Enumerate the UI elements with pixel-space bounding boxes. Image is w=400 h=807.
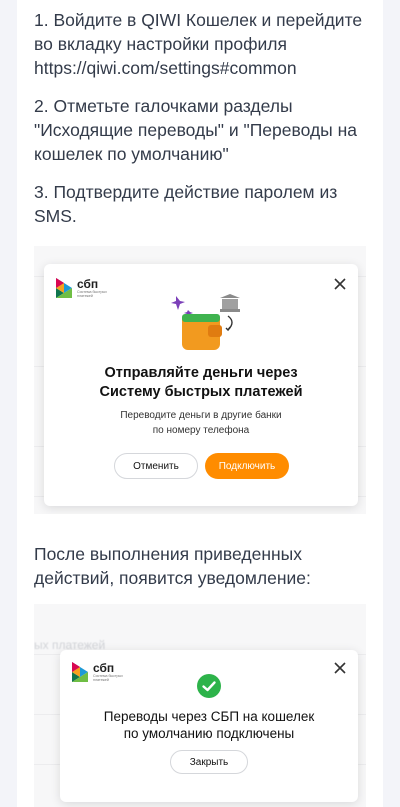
sbp-logo-subtitle: Система быстрых платежей (93, 674, 123, 682)
wallet-icon (171, 294, 240, 350)
sbp-logo-name: сбп (93, 661, 115, 675)
sbp-offer-subtitle: Переводите деньги в другие банки по номе… (120, 410, 282, 436)
sbp-connected-title: Переводы через СБП на кошелек по умолчан… (103, 709, 315, 741)
close-icon[interactable] (332, 660, 348, 676)
success-check-icon (197, 674, 221, 698)
sbp-logo-subtitle: Система быстрых платежей (77, 290, 107, 298)
close-button[interactable]: Закрыть (170, 750, 248, 774)
screenshot-sbp-offer: сбп Система быстрых платежей Отправляйте… (34, 246, 366, 514)
sbp-logo-icon (56, 278, 72, 298)
after-text: После выполнения приведенных действий, п… (34, 544, 311, 588)
sbp-logo-name: сбп (77, 277, 99, 291)
sbp-logo-icon (72, 662, 88, 682)
sbp-connected-modal: сбп Система быстрых платежей Переводы че… (60, 650, 358, 802)
screenshot-sbp-connected: ых платежей сбп Система быстрых платежей (34, 604, 366, 807)
step-1-text: 1. Войдите в QIWI Кошелек и перейдите во… (34, 10, 363, 78)
sbp-logo: сбп Система быстрых платежей (56, 278, 109, 298)
sbp-logo: сбп Система быстрых платежей (72, 662, 125, 682)
article-page: 1. Войдите в QIWI Кошелек и перейдите во… (17, 0, 383, 807)
cancel-button[interactable]: Отменить (114, 453, 198, 479)
close-icon[interactable] (332, 276, 348, 292)
step-3-text: 3. Подтвердите действие паролем из SMS. (34, 182, 338, 226)
sbp-offer-modal: сбп Система быстрых платежей Отправляйте… (44, 264, 358, 506)
sbp-offer-title: Отправляйте деньги через Систему быстрых… (99, 365, 303, 400)
connect-button[interactable]: Подключить (205, 453, 289, 479)
step-2-text: 2. Отметьте галочками разделы "Исходящие… (34, 96, 358, 164)
